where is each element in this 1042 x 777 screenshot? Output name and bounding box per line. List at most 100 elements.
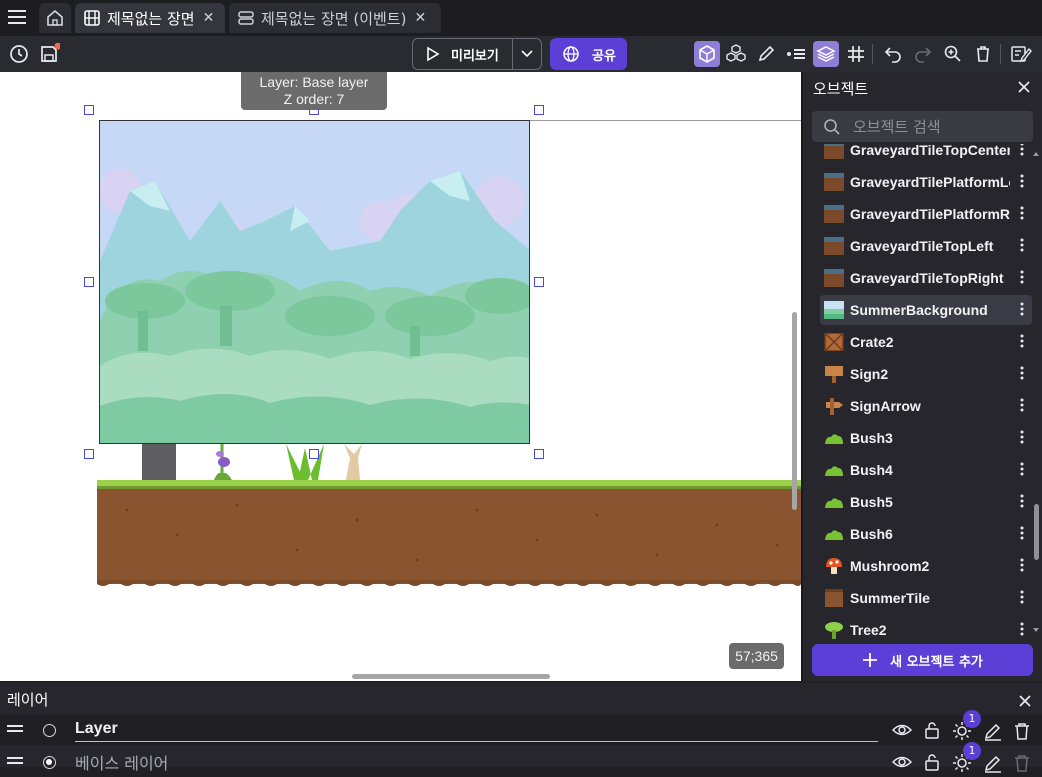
- more-vertical-icon[interactable]: [1020, 621, 1024, 637]
- object-groups-icon[interactable]: [723, 41, 749, 67]
- drag-handle-icon[interactable]: [7, 724, 23, 734]
- selection-handle-bottom-left[interactable]: [84, 449, 94, 459]
- object-icon[interactable]: [694, 41, 720, 67]
- selection-handle-top-left[interactable]: [84, 105, 94, 115]
- more-vertical-icon[interactable]: [1020, 589, 1024, 605]
- list-item[interactable]: GraveyardTileTopRight: [820, 263, 1032, 293]
- list-item[interactable]: Bush6: [820, 519, 1032, 549]
- events-icon: [237, 9, 255, 27]
- scroll-up-arrow[interactable]: [1032, 151, 1040, 157]
- search-placeholder: 오브젝트 검색: [853, 118, 941, 136]
- preview-label: 미리보기: [451, 48, 499, 64]
- pencil-icon[interactable]: [983, 721, 1003, 741]
- close-icon[interactable]: [1017, 80, 1031, 94]
- more-vertical-icon[interactable]: [1020, 493, 1024, 509]
- zoom-icon[interactable]: [940, 41, 966, 67]
- list-item[interactable]: GraveyardTilePlatformLeft: [820, 167, 1032, 197]
- canvas-vertical-scrollbar[interactable]: [792, 312, 797, 510]
- layer-radio[interactable]: [43, 724, 56, 737]
- list-item[interactable]: Tree2: [820, 615, 1032, 639]
- list-item[interactable]: GraveyardTileTopCenter: [820, 144, 1032, 165]
- summer-background-object[interactable]: [99, 120, 530, 444]
- list-item[interactable]: Bush4: [820, 455, 1032, 485]
- list-item[interactable]: Crate2: [820, 327, 1032, 357]
- canvas-horizontal-scrollbar[interactable]: [352, 674, 550, 679]
- tab-events[interactable]: 제목없는 장면 (이벤트) ✕: [229, 3, 441, 33]
- lock-icon[interactable]: [924, 753, 940, 771]
- save-icon[interactable]: [36, 41, 62, 67]
- list-item-selected[interactable]: SummerBackground: [820, 295, 1032, 325]
- selection-handle-bottom[interactable]: [309, 449, 319, 459]
- object-list-scrollbar[interactable]: [1034, 504, 1039, 560]
- sign-object[interactable]: [340, 444, 364, 480]
- crate-object[interactable]: [142, 444, 176, 480]
- preview-button[interactable]: 미리보기: [412, 38, 512, 70]
- more-vertical-icon[interactable]: [1020, 461, 1024, 477]
- layer-row[interactable]: Layer 1: [0, 710, 1042, 745]
- layer-radio-selected[interactable]: [43, 756, 56, 769]
- close-icon[interactable]: ✕: [203, 10, 215, 26]
- crate-icon: [824, 333, 844, 351]
- tab-home[interactable]: [39, 3, 71, 33]
- trash-icon[interactable]: [1013, 721, 1031, 741]
- drag-handle-icon[interactable]: [7, 756, 23, 766]
- list-item[interactable]: Sign2: [820, 359, 1032, 389]
- more-vertical-icon[interactable]: [1020, 365, 1024, 381]
- more-vertical-icon[interactable]: [1020, 557, 1024, 573]
- trash-icon[interactable]: [1013, 753, 1031, 773]
- tab-scene-label: 제목없는 장면: [107, 9, 195, 28]
- selection-handle-left[interactable]: [84, 277, 94, 287]
- more-vertical-icon[interactable]: [1020, 269, 1024, 285]
- tab-scene[interactable]: 제목없는 장면 ✕: [75, 3, 225, 33]
- selection-handle-right[interactable]: [534, 277, 544, 287]
- plus-icon: [862, 652, 878, 668]
- eye-icon[interactable]: [892, 722, 912, 738]
- more-vertical-icon[interactable]: [1020, 429, 1024, 445]
- list-item[interactable]: GraveyardTileTopLeft: [820, 231, 1032, 261]
- list-item[interactable]: SummerTile: [820, 583, 1032, 613]
- list-item[interactable]: SignArrow: [820, 391, 1032, 421]
- more-vertical-icon[interactable]: [1020, 397, 1024, 413]
- lock-icon[interactable]: [924, 721, 940, 739]
- ground-tilemap[interactable]: [97, 480, 801, 588]
- layers-icon[interactable]: [813, 41, 839, 67]
- history-icon[interactable]: [6, 41, 32, 67]
- list-item[interactable]: GraveyardTilePlatformRight: [820, 199, 1032, 229]
- close-icon[interactable]: ✕: [414, 10, 426, 26]
- panel-divider[interactable]: [801, 72, 803, 681]
- more-vertical-icon[interactable]: [1020, 173, 1024, 189]
- more-vertical-icon[interactable]: [1020, 237, 1024, 253]
- selection-handle-bottom-right[interactable]: [534, 449, 544, 459]
- layer-row[interactable]: 베이스 레이어 1: [0, 742, 1042, 777]
- undo-icon[interactable]: [880, 41, 906, 67]
- selection-handle-top-right[interactable]: [534, 105, 544, 115]
- close-icon[interactable]: [1018, 694, 1032, 708]
- layer-name-input[interactable]: 베이스 레이어: [75, 750, 878, 774]
- scroll-down-arrow[interactable]: [1032, 627, 1040, 633]
- eye-icon[interactable]: [892, 754, 912, 770]
- object-search-input[interactable]: 오브젝트 검색: [812, 111, 1033, 142]
- list-item[interactable]: Bush3: [820, 423, 1032, 453]
- layer-name-input[interactable]: Layer: [75, 718, 878, 742]
- scene-canvas[interactable]: Layer: Base layer Z order: 7 57;365: [0, 72, 801, 681]
- more-vertical-icon[interactable]: [1020, 205, 1024, 221]
- list-item[interactable]: Bush5: [820, 487, 1032, 517]
- pencil-icon[interactable]: [983, 753, 1003, 773]
- pencil-icon[interactable]: [753, 41, 779, 67]
- flower-object[interactable]: [210, 444, 238, 480]
- list-item[interactable]: Mushroom2: [820, 551, 1032, 581]
- menu-icon[interactable]: [7, 8, 27, 26]
- redo-icon[interactable]: [910, 41, 936, 67]
- share-button[interactable]: 공유: [550, 38, 627, 70]
- properties-icon[interactable]: [783, 41, 809, 67]
- preview-options-button[interactable]: [512, 38, 542, 70]
- grid-icon[interactable]: [843, 41, 869, 67]
- more-vertical-icon[interactable]: [1020, 301, 1024, 317]
- bush-object[interactable]: [282, 444, 328, 480]
- more-vertical-icon[interactable]: [1020, 525, 1024, 541]
- more-vertical-icon[interactable]: [1020, 144, 1024, 157]
- trash-icon[interactable]: [970, 41, 996, 67]
- more-vertical-icon[interactable]: [1020, 333, 1024, 349]
- add-object-button[interactable]: 새 오브젝트 추가: [812, 644, 1033, 676]
- edit-note-icon[interactable]: [1008, 41, 1034, 67]
